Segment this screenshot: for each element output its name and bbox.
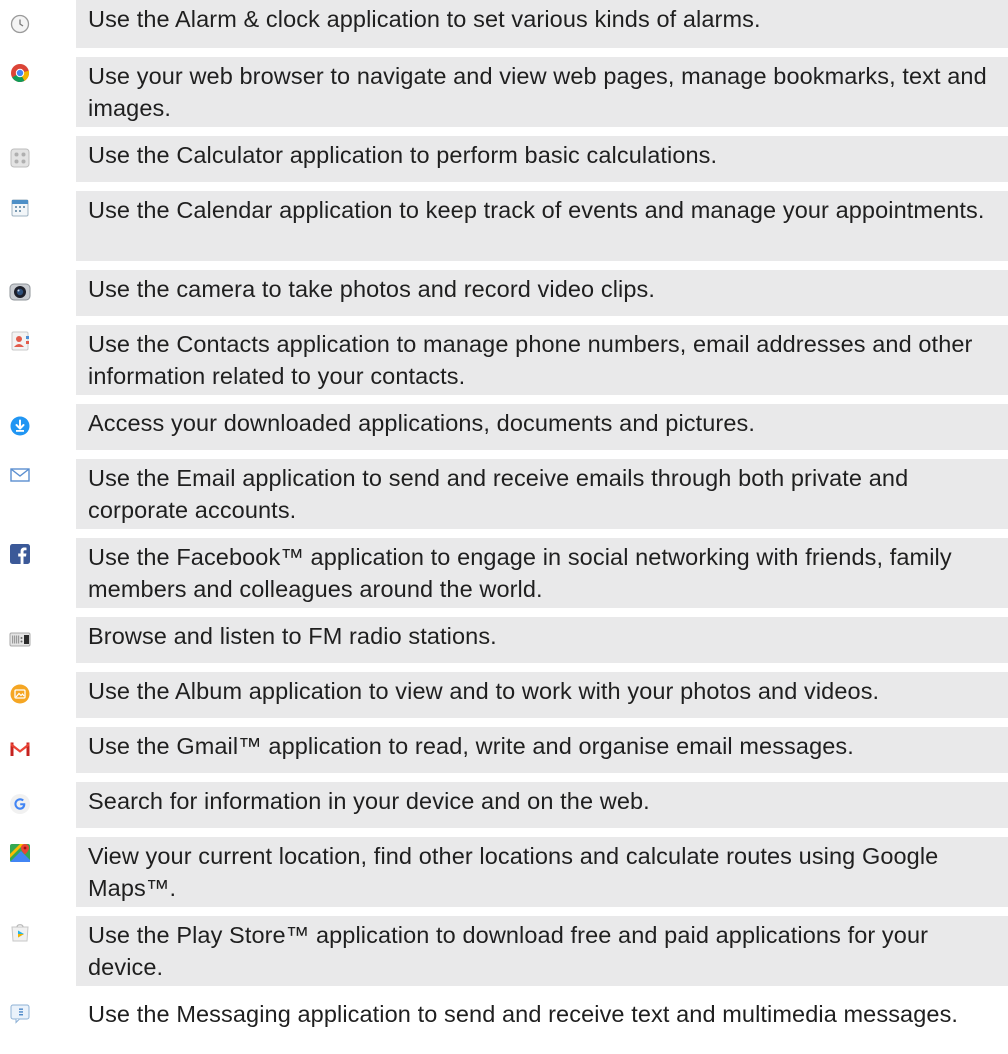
download-icon bbox=[9, 415, 31, 437]
list-item-facebook: Use the Facebook™ application to engage … bbox=[0, 538, 1008, 608]
chrome-browser-icon bbox=[9, 62, 31, 84]
list-item-text: Use the Play Store™ application to downl… bbox=[76, 916, 1008, 986]
list-item-google-search: Search for information in your device an… bbox=[0, 782, 1008, 828]
facebook-icon bbox=[9, 543, 31, 565]
google-search-icon bbox=[9, 793, 31, 815]
list-item-google-maps: View your current location, find other l… bbox=[0, 837, 1008, 907]
album-icon bbox=[9, 683, 31, 705]
messaging-icon bbox=[9, 1002, 31, 1024]
list-item-text: Access your downloaded applications, doc… bbox=[76, 404, 1008, 450]
list-item-text: Use your web browser to navigate and vie… bbox=[76, 57, 1008, 127]
list-item-browser: Use your web browser to navigate and vie… bbox=[0, 57, 1008, 127]
list-item-text: Use the Alarm & clock application to set… bbox=[76, 0, 1008, 48]
list-item-text: Use the Messaging application to send an… bbox=[88, 1001, 959, 1027]
list-item-text: Use the Email application to send and re… bbox=[76, 459, 1008, 529]
list-item-contacts: Use the Contacts application to manage p… bbox=[0, 325, 1008, 395]
list-item-text: Use the Gmail™ application to read, writ… bbox=[76, 727, 1008, 773]
calculator-icon bbox=[9, 147, 31, 169]
list-item-calculator: Use the Calculator application to perfor… bbox=[0, 136, 1008, 182]
list-item-calendar: Use the Calendar application to keep tra… bbox=[0, 191, 1008, 261]
contacts-icon bbox=[9, 330, 31, 352]
list-item-text: Search for information in your device an… bbox=[76, 782, 1008, 828]
list-item-email: Use the Email application to send and re… bbox=[0, 459, 1008, 529]
list-item-text: Browse and listen to FM radio stations. bbox=[76, 617, 1008, 663]
list-item-messaging: Use the Messaging application to send an… bbox=[0, 995, 1008, 1054]
list-item-text: Use the Calculator application to perfor… bbox=[76, 136, 1008, 182]
list-item-text: View your current location, find other l… bbox=[76, 837, 1008, 907]
list-item-camera: Use the camera to take photos and record… bbox=[0, 270, 1008, 316]
list-item-text: Use the camera to take photos and record… bbox=[76, 270, 1008, 316]
list-item-alarm: Use the Alarm & clock application to set… bbox=[0, 0, 1008, 48]
play-store-icon bbox=[9, 921, 31, 943]
camera-icon bbox=[9, 281, 31, 303]
google-maps-icon bbox=[9, 842, 31, 864]
gmail-icon bbox=[9, 738, 31, 760]
calendar-icon bbox=[9, 197, 31, 219]
list-item-text: Use the Contacts application to manage p… bbox=[76, 325, 1008, 395]
list-item-text: Use the Album application to view and to… bbox=[76, 672, 1008, 718]
list-item-downloads: Access your downloaded applications, doc… bbox=[0, 404, 1008, 450]
list-item-text: Use the Facebook™ application to engage … bbox=[76, 538, 1008, 608]
fm-radio-icon bbox=[9, 628, 31, 650]
list-item-fm-radio: Browse and listen to FM radio stations. bbox=[0, 617, 1008, 663]
email-icon bbox=[9, 464, 31, 486]
list-item-play-store: Use the Play Store™ application to downl… bbox=[0, 916, 1008, 986]
list-item-text: Use the Calendar application to keep tra… bbox=[76, 191, 1008, 261]
alarm-clock-icon bbox=[9, 13, 31, 35]
list-item-album: Use the Album application to view and to… bbox=[0, 672, 1008, 718]
list-item-gmail: Use the Gmail™ application to read, writ… bbox=[0, 727, 1008, 773]
